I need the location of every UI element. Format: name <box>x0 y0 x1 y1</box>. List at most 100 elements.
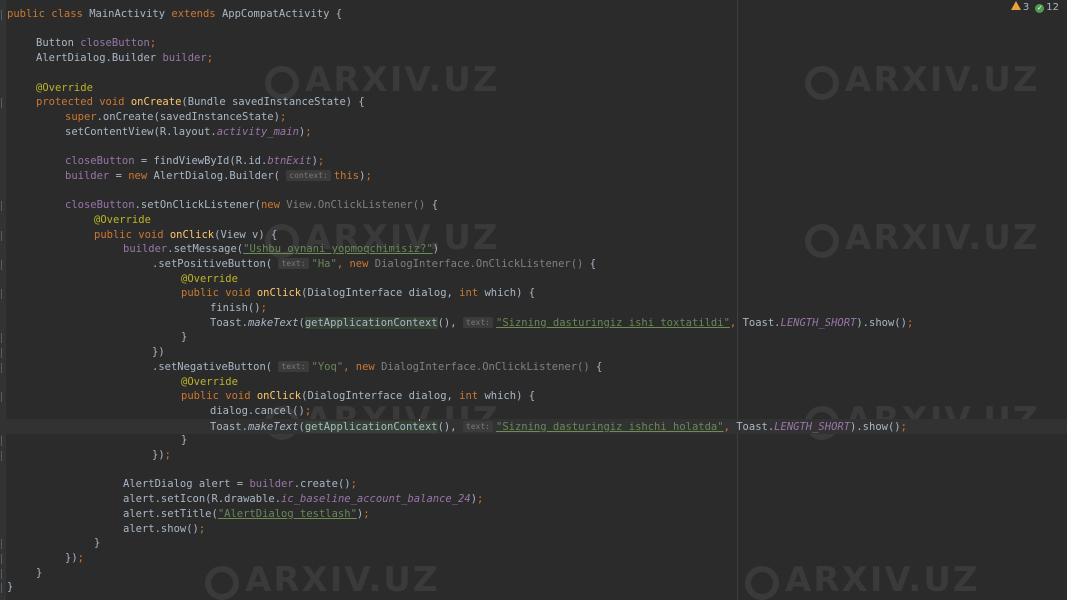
code-line-text: builder.setMessage("Ushbu oynani yopmoqc… <box>123 242 439 257</box>
code-line-text: Toast.makeText(getApplicationContext(), … <box>210 316 913 331</box>
code-editor[interactable]: public class MainActivity extends AppCom… <box>0 0 1067 600</box>
code-token: new <box>260 199 287 212</box>
code-line[interactable]: protected void onCreate(Bundle savedInst… <box>0 95 1067 110</box>
code-line-text: dialog.cancel(); <box>210 404 311 419</box>
parameter-hint: text: <box>462 316 493 328</box>
code-token: DialogInterface.OnClickListener() <box>374 257 590 270</box>
code-line-text: closeButton = findViewById(R.id.btnExit)… <box>65 154 324 169</box>
code-line[interactable]: public void onClick(DialogInterface dial… <box>0 286 1067 301</box>
code-line-text: AlertDialog.Builder builder; <box>36 51 213 66</box>
code-token: @Override <box>181 272 238 285</box>
code-token: builder <box>65 169 110 182</box>
code-line[interactable]: } <box>0 433 1067 448</box>
code-token: .setPositiveButton( <box>152 257 279 270</box>
code-line-text: } <box>36 566 42 581</box>
code-token: AlertDialog.Builder <box>36 52 163 65</box>
code-line[interactable] <box>0 183 1067 198</box>
parameter-hint: context: <box>286 169 331 181</box>
code-token: getApplicationContext <box>304 316 438 329</box>
code-line[interactable]: Toast.makeText(getApplicationContext(), … <box>0 316 1067 331</box>
code-line-text: .setNegativeButton( text: "Yoq", new Dial… <box>152 360 602 375</box>
code-token: = findViewById(R.id. <box>134 155 268 167</box>
code-line-text: public void onClick(View v) { <box>94 228 277 243</box>
code-line[interactable]: } <box>0 580 1067 595</box>
warning-indicator[interactable]: 3 <box>1010 1 1029 13</box>
code-line-text: @Override <box>181 375 238 390</box>
inspection-status[interactable]: 3 ✓ 12 <box>1010 0 1059 14</box>
code-line[interactable]: closeButton.setOnClickListener(new View.… <box>0 198 1067 213</box>
code-line[interactable]: }) <box>0 345 1067 360</box>
code-token: .setNegativeButton( <box>152 360 279 373</box>
code-line[interactable]: @Override <box>0 81 1067 96</box>
code-line-text: public void onClick(DialogInterface dial… <box>181 286 535 301</box>
code-line[interactable] <box>0 463 1067 478</box>
code-line-text: closeButton.setOnClickListener(new View.… <box>65 198 438 213</box>
code-token: ; <box>149 37 157 50</box>
code-line[interactable]: Toast.makeText(getApplicationContext(), … <box>0 418 1067 434</box>
code-token: Button <box>36 37 81 50</box>
code-line[interactable]: alert.setTitle("AlertDialog testlash"); <box>0 507 1067 522</box>
code-token: new <box>128 169 154 182</box>
code-line-text: }) <box>152 345 165 360</box>
code-line[interactable]: finish(); <box>0 301 1067 316</box>
code-token: "Yoq" <box>311 360 344 373</box>
code-line-text: super.onCreate(savedInstanceState); <box>65 110 286 125</box>
check-indicator[interactable]: ✓ 12 <box>1035 2 1059 13</box>
code-token: ; <box>305 125 312 138</box>
code-line[interactable]: @Override <box>0 213 1067 228</box>
code-token: = <box>109 169 129 182</box>
code-line[interactable]: dialog.cancel(); <box>0 404 1067 419</box>
code-token: }) <box>65 551 78 564</box>
code-line[interactable]: public class MainActivity extends AppCom… <box>0 7 1067 22</box>
code-line[interactable]: alert.show(); <box>0 522 1067 537</box>
code-token: finish() <box>210 302 261 314</box>
code-token: ; <box>350 478 357 491</box>
code-line[interactable]: @Override <box>0 375 1067 390</box>
code-line-text: public void onClick(DialogInterface dial… <box>181 389 535 404</box>
code-token: Toast. <box>742 316 781 329</box>
code-token: ; <box>206 52 214 65</box>
code-line[interactable]: super.onCreate(savedInstanceState); <box>0 110 1067 125</box>
code-line[interactable]: }); <box>0 448 1067 463</box>
code-line-text: builder = new AlertDialog.Builder( conte… <box>65 169 372 184</box>
code-line[interactable]: @Override <box>0 272 1067 287</box>
code-token: { <box>596 360 603 373</box>
code-token: } <box>181 434 188 447</box>
code-line[interactable]: closeButton = findViewById(R.id.btnExit)… <box>0 154 1067 169</box>
code-line[interactable]: }); <box>0 551 1067 566</box>
code-token: { <box>431 199 439 212</box>
code-line[interactable]: } <box>0 330 1067 345</box>
code-token: ) <box>432 243 440 256</box>
code-token: setContentView(R.layout. <box>65 125 217 138</box>
code-token: (DialogInterface dialog, <box>301 287 460 300</box>
code-line[interactable]: .setNegativeButton( text: "Yoq", new Dial… <box>0 360 1067 375</box>
code-token: } <box>7 581 14 594</box>
code-line[interactable]: alert.setIcon(R.drawable.ic_baseline_acc… <box>0 492 1067 507</box>
code-token: } <box>181 331 188 344</box>
code-line[interactable]: } <box>0 536 1067 551</box>
code-line[interactable] <box>0 139 1067 154</box>
code-token: "AlertDialog testlash" <box>217 507 357 520</box>
code-line[interactable]: .setPositiveButton( text: "Ha", new Dialo… <box>0 257 1067 272</box>
code-line[interactable] <box>0 66 1067 81</box>
code-token: MainActivity <box>89 8 172 20</box>
code-token: public class <box>7 8 90 20</box>
code-line-text: alert.show(); <box>123 522 205 537</box>
code-token: ; <box>363 507 370 520</box>
code-line[interactable]: } <box>0 566 1067 581</box>
code-line[interactable]: Button closeButton; <box>0 36 1067 51</box>
code-line[interactable]: public void onClick(View v) { <box>0 228 1067 243</box>
code-line[interactable]: public void onClick(DialogInterface dial… <box>0 389 1067 404</box>
code-line[interactable]: AlertDialog alert = builder.create(); <box>0 477 1067 492</box>
code-line[interactable]: AlertDialog.Builder builder; <box>0 51 1067 66</box>
code-line[interactable]: builder.setMessage("Ushbu oynani yopmoqc… <box>0 242 1067 257</box>
code-line[interactable]: setContentView(R.layout.activity_main); <box>0 125 1067 140</box>
code-token: ; <box>304 404 312 417</box>
code-line[interactable] <box>0 22 1067 37</box>
code-token: LENGTH_SHORT <box>780 316 857 329</box>
code-line[interactable]: builder = new AlertDialog.Builder( conte… <box>0 169 1067 184</box>
code-token: super <box>65 110 97 123</box>
code-line-text: protected void onCreate(Bundle savedInst… <box>36 95 365 110</box>
code-token: , new <box>336 257 375 270</box>
code-token: ext <box>418 420 438 433</box>
